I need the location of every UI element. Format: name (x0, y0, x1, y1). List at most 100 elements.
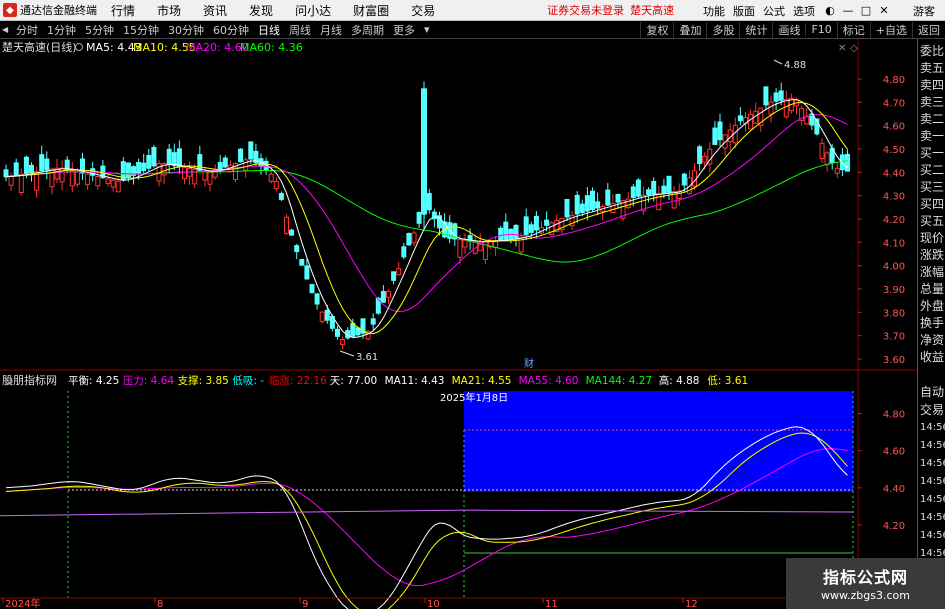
candle-body (309, 284, 315, 294)
menu-jiaoyi[interactable]: 交易 (411, 2, 435, 19)
more-dropdown-icon[interactable]: ▾ (424, 23, 430, 36)
side-item-trade[interactable]: 14:56 (920, 474, 945, 490)
side-item-quote[interactable]: 现价 (920, 230, 945, 246)
candle-body (69, 170, 75, 187)
tool-diejia[interactable]: 叠加 (673, 21, 706, 38)
tool-tongji[interactable]: 统计 (739, 21, 772, 38)
period-more[interactable]: 更多 (393, 22, 415, 38)
side-item-quote[interactable]: 买三 (920, 179, 945, 195)
side-item-trade[interactable]: 14:56 (920, 510, 945, 526)
side-item-trade[interactable]: 14:56 (920, 492, 945, 508)
skin-icon[interactable]: ◐ (823, 4, 837, 18)
side-item-quote[interactable]: 卖一 (920, 128, 945, 144)
period-daily[interactable]: 日线 (258, 22, 280, 38)
price-tick-label: 3.90 (883, 285, 905, 296)
candle-body (217, 161, 223, 170)
period-multi[interactable]: 多周期 (351, 22, 384, 38)
period-60min[interactable]: 60分钟 (213, 22, 249, 38)
expand-pane-icon[interactable]: ◇ (850, 43, 858, 54)
sub-legend-item: 平衡: 4.25 (68, 375, 119, 387)
side-item-quote[interactable]: 涨幅 (920, 264, 945, 280)
price-tick-label: 4.60 (883, 122, 905, 133)
menu-gongneng[interactable]: 功能 (703, 3, 725, 19)
side-item-trade[interactable]: 14:56 (920, 438, 945, 454)
tool-f10[interactable]: F10 (805, 23, 836, 36)
tool-biaoji[interactable]: 标记 (836, 21, 870, 38)
guest-user[interactable]: 游客 (913, 3, 935, 19)
candle-body (197, 154, 203, 171)
side-item-quote[interactable]: 卖二 (920, 111, 945, 127)
candle-body (18, 173, 24, 194)
site-watermark: 指标公式网 www.zbgs3.com (786, 558, 945, 609)
tool-fanhui[interactable]: 返回 (912, 21, 945, 38)
finance-marker[interactable]: 财 (524, 357, 534, 370)
side-item-quote[interactable]: 委比 (920, 43, 945, 59)
menu-wenxiaoda[interactable]: 问小达 (295, 2, 331, 19)
side-item-trade[interactable]: 交易 (920, 402, 945, 418)
tool-huaxian[interactable]: 画线 (772, 21, 805, 38)
sub-tick-label: 4.20 (883, 521, 905, 532)
side-item-quote[interactable]: 外盘 (920, 298, 945, 314)
period-1min[interactable]: 1分钟 (47, 22, 76, 38)
period-weekly[interactable]: 周线 (289, 22, 311, 38)
price-tick-label: 3.80 (883, 308, 905, 319)
main-pane-bg (0, 39, 917, 370)
side-item-trade[interactable]: 14:56 (920, 420, 945, 436)
candle-body (692, 170, 697, 187)
close-pane-icon[interactable]: ✕ (838, 43, 846, 54)
candle-body (773, 92, 779, 102)
period-15min[interactable]: 15分钟 (123, 22, 159, 38)
menu-hangqing[interactable]: 行情 (111, 2, 135, 19)
candle-body (166, 148, 172, 166)
low-label: 3.61 (356, 352, 378, 363)
main-chart-title: 楚天高速(日线) (2, 40, 77, 54)
side-item-trade[interactable]: 14:56 (920, 528, 945, 544)
close-icon[interactable]: ✕ (877, 4, 891, 18)
tool-zixuan[interactable]: +自选 (869, 21, 912, 38)
menu-shichang[interactable]: 市场 (157, 2, 181, 19)
side-item-quote[interactable]: 卖三 (920, 94, 945, 110)
side-item-quote[interactable]: 总量 (920, 281, 945, 297)
price-tick-label: 3.70 (883, 332, 905, 343)
minimize-icon[interactable]: — (841, 4, 855, 18)
candle-body (630, 186, 636, 199)
side-item-quote[interactable]: 买五 (920, 213, 945, 229)
login-alert[interactable]: 证券交易未登录 (547, 2, 624, 18)
side-item-quote[interactable]: 净资 (920, 332, 945, 348)
side-item-trade[interactable]: 14:56 (920, 456, 945, 472)
kline-chart[interactable]: 楚天高速(日线) MA5: 4.43 MA10: 4.55 MA20: 4.60… (0, 39, 917, 609)
candle-body (243, 159, 249, 171)
menu-gongshi[interactable]: 公式 (763, 3, 785, 19)
candle-body (523, 216, 529, 236)
side-item-quote[interactable]: 买一 (920, 145, 945, 161)
menu-banmian[interactable]: 版面 (733, 3, 755, 19)
period-30min[interactable]: 30分钟 (168, 22, 204, 38)
menu-faxian[interactable]: 发现 (249, 2, 273, 19)
price-tick-label: 3.60 (883, 355, 905, 366)
period-5min[interactable]: 5分钟 (85, 22, 114, 38)
quote-side-panel: 委比 卖五 卖四 卖三 卖二 卖一 买一 买二 买三 买四 买五 现价 涨跌 涨幅 总量 外盘 换手 净资 收益 自… (917, 39, 945, 609)
side-item-quote[interactable]: 涨跌 (920, 247, 945, 263)
x-tick-label: 8 (157, 599, 163, 609)
candle-body (105, 178, 111, 185)
menu-zixun[interactable]: 资讯 (203, 2, 227, 19)
side-item-quote[interactable]: 买四 (920, 196, 945, 212)
candle-body (748, 113, 754, 130)
tool-fuquan[interactable]: 复权 (640, 21, 673, 38)
menu-xuanxiang[interactable]: 选项 (793, 3, 815, 19)
candle-body (59, 167, 65, 183)
candle-body (625, 198, 631, 209)
side-item-quote[interactable]: 换手 (920, 315, 945, 331)
menu-caifuquan[interactable]: 财富圈 (353, 2, 389, 19)
maximize-icon[interactable]: □ (859, 4, 873, 18)
side-item-quote[interactable]: 买二 (920, 162, 945, 178)
side-item-quote[interactable]: 收益 (920, 349, 945, 365)
candle-body (666, 175, 672, 193)
side-item-quote[interactable]: 卖四 (920, 77, 945, 93)
period-fenshi[interactable]: 分时 (16, 22, 38, 38)
period-monthly[interactable]: 月线 (320, 22, 342, 38)
expand-left-icon[interactable]: ◀ (2, 24, 12, 36)
tool-duogu[interactable]: 多股 (706, 21, 739, 38)
side-item-trade[interactable]: 自动 (920, 384, 945, 400)
side-item-quote[interactable]: 卖五 (920, 60, 945, 76)
